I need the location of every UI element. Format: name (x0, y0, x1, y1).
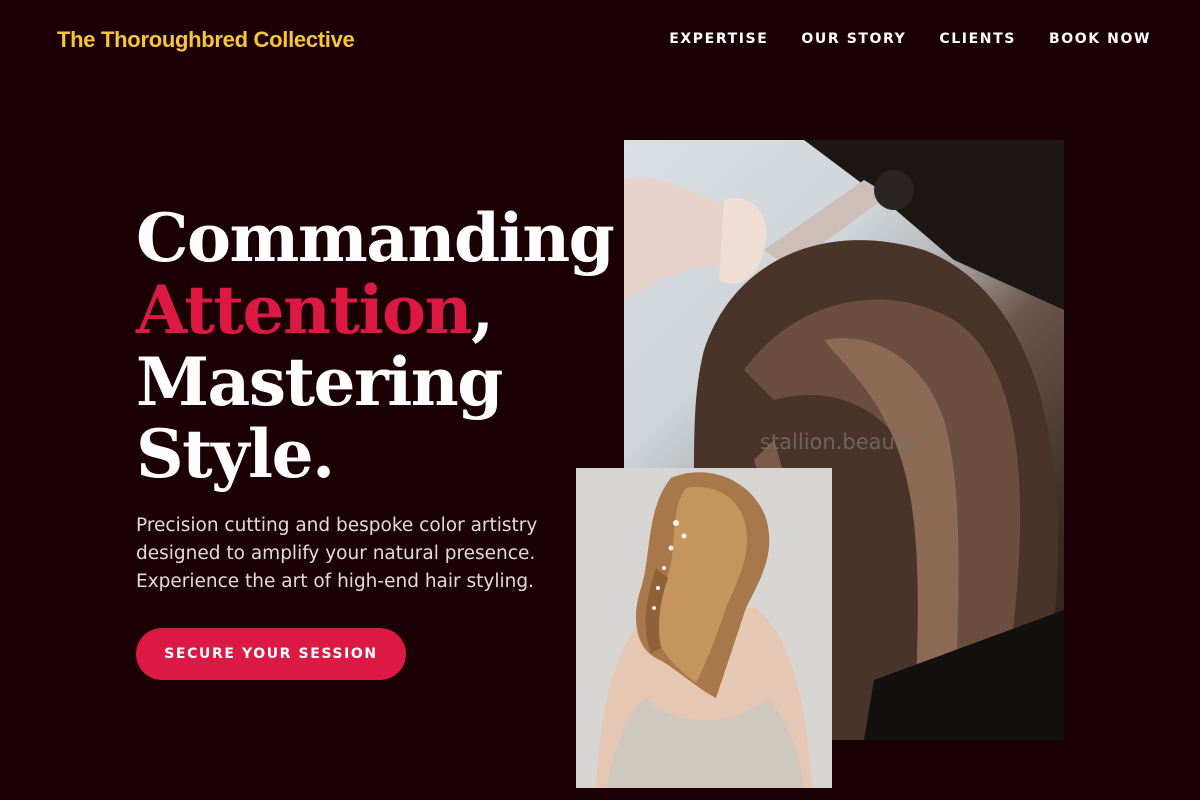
nav-link-our-story[interactable]: OUR STORY (801, 31, 906, 47)
headline-comma: , (471, 271, 494, 349)
headline-line-3: Mastering (136, 343, 503, 421)
headline-accent-word: Attention (136, 271, 473, 349)
bridal-hairstyle-illustration (596, 472, 812, 788)
hero-lead-text: Precision cutting and bespoke color arti… (136, 515, 538, 592)
nav-link-book-now[interactable]: BOOK NOW (1049, 31, 1151, 47)
nav-link-clients[interactable]: CLIENTS (939, 31, 1016, 47)
headline-line-1: Commanding (136, 199, 615, 277)
photo-watermark: stallion.beauty (760, 430, 916, 454)
hero-headline: Commanding Attention, Mastering Style. (136, 199, 615, 493)
main-nav: EXPERTISE OUR STORY CLIENTS BOOK NOW (669, 31, 1151, 47)
brand-logo[interactable]: The Thoroughbred Collective (57, 27, 355, 53)
site-header: The Thoroughbred Collective EXPERTISE OU… (0, 0, 1200, 80)
nav-link-expertise[interactable]: EXPERTISE (669, 31, 768, 47)
secure-session-button[interactable]: SECURE YOUR SESSION (136, 628, 406, 680)
headline-line-4: Style. (136, 415, 335, 493)
bridal-hairstyle-photo (576, 468, 832, 788)
